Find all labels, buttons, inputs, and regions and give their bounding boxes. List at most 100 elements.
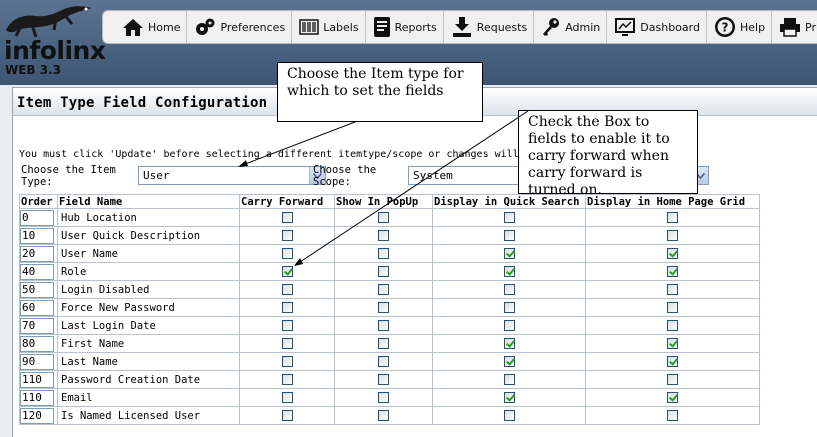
order-input[interactable] [20, 389, 54, 406]
page-title: Item Type Field Configuration [17, 95, 268, 111]
order-input[interactable] [20, 263, 54, 280]
barcode-icon [299, 19, 319, 35]
home-grid-checkbox[interactable] [667, 320, 678, 331]
home-grid-checkbox[interactable] [667, 338, 678, 349]
show-in-popup-checkbox[interactable] [378, 356, 389, 367]
carry-forward-cell [239, 370, 335, 389]
carry-forward-checkbox[interactable] [281, 248, 293, 259]
home-grid-checkbox[interactable] [667, 410, 678, 421]
quick-search-checkbox[interactable] [503, 392, 515, 403]
nav-home[interactable]: Home [103, 11, 188, 43]
carry-forward-checkbox[interactable] [281, 212, 293, 223]
order-input[interactable] [20, 227, 54, 244]
order-input[interactable] [20, 407, 54, 424]
show-in-popup-cell [334, 262, 433, 281]
show-in-popup-checkbox[interactable] [378, 302, 389, 313]
show-in-popup-cell [334, 298, 433, 317]
quick-search-cell [432, 262, 586, 281]
carry-forward-cell [239, 316, 335, 335]
show-in-popup-checkbox[interactable] [378, 410, 389, 421]
nav-help-label: Help [739, 20, 766, 34]
show-in-popup-checkbox[interactable] [378, 392, 389, 403]
carry-forward-checkbox[interactable] [281, 320, 293, 331]
field-name-cell: Last Login Date [57, 316, 240, 335]
carry-forward-checkbox[interactable] [281, 410, 293, 421]
show-in-popup-cell [334, 388, 433, 407]
show-in-popup-checkbox[interactable] [378, 230, 389, 241]
home-grid-checkbox[interactable] [667, 302, 678, 313]
table-row: Role [19, 262, 760, 281]
show-in-popup-checkbox[interactable] [378, 320, 389, 331]
show-in-popup-checkbox[interactable] [378, 338, 389, 349]
nav-reports[interactable]: Reports [366, 11, 444, 43]
quick-search-checkbox[interactable] [503, 356, 515, 367]
home-grid-checkbox[interactable] [667, 248, 678, 259]
nav-preferences[interactable]: Preferences [187, 11, 293, 43]
show-in-popup-cell [334, 208, 433, 227]
nav-dashboard[interactable]: Dashboard [607, 11, 707, 43]
home-grid-checkbox[interactable] [667, 212, 678, 223]
carry-forward-checkbox[interactable] [281, 284, 293, 295]
quick-search-checkbox[interactable] [503, 320, 515, 331]
nav-admin[interactable]: Admin [534, 11, 608, 43]
quick-search-checkbox[interactable] [503, 212, 515, 223]
show-in-popup-checkbox[interactable] [378, 248, 389, 259]
callout-carry-forward-text: Check the Box to fields to enable it to … [528, 114, 670, 198]
order-input[interactable] [20, 353, 54, 370]
nav-help[interactable]: ? Help [707, 11, 773, 43]
table-row: User Name [19, 244, 760, 263]
field-name-cell: Password Creation Date [57, 370, 240, 389]
nav-print[interactable]: Print [772, 11, 817, 43]
carry-forward-checkbox[interactable] [281, 266, 293, 277]
quick-search-checkbox[interactable] [503, 266, 515, 277]
order-input[interactable] [20, 281, 54, 298]
show-in-popup-checkbox[interactable] [378, 266, 389, 277]
home-grid-checkbox[interactable] [667, 392, 678, 403]
show-in-popup-checkbox[interactable] [378, 212, 389, 223]
carry-forward-cell [239, 406, 335, 425]
order-input[interactable] [20, 209, 54, 226]
carry-forward-cell [239, 244, 335, 263]
carry-forward-checkbox[interactable] [281, 302, 293, 313]
quick-search-checkbox[interactable] [503, 302, 515, 313]
carry-forward-checkbox[interactable] [281, 230, 293, 241]
nav-requests[interactable]: Requests [444, 11, 535, 43]
order-cell [19, 208, 58, 227]
carry-forward-checkbox[interactable] [281, 374, 293, 385]
nav-labels[interactable]: Labels [292, 11, 366, 43]
quick-search-checkbox[interactable] [503, 248, 515, 259]
show-in-popup-cell [334, 280, 433, 299]
quick-search-checkbox[interactable] [503, 284, 515, 295]
scope-label: Choose the Scope: [313, 164, 377, 188]
col-show-in-popup: Show In PopUp [334, 194, 433, 209]
home-grid-checkbox[interactable] [667, 356, 678, 367]
carry-forward-checkbox[interactable] [281, 392, 293, 403]
order-input[interactable] [20, 335, 54, 352]
item-type-label: Choose the Item Type: [21, 164, 116, 188]
home-grid-checkbox[interactable] [667, 374, 678, 385]
quick-search-checkbox[interactable] [503, 410, 515, 421]
field-name-cell: Login Disabled [57, 280, 240, 299]
table-row: Hub Location [19, 208, 760, 227]
show-in-popup-checkbox[interactable] [378, 374, 389, 385]
order-input[interactable] [20, 245, 54, 262]
home-grid-checkbox[interactable] [667, 230, 678, 241]
home-grid-checkbox[interactable] [667, 266, 678, 277]
home-grid-cell [585, 370, 760, 389]
quick-search-checkbox[interactable] [503, 338, 515, 349]
show-in-popup-checkbox[interactable] [378, 284, 389, 295]
order-input[interactable] [20, 317, 54, 334]
quick-search-checkbox[interactable] [503, 374, 515, 385]
order-cell [19, 334, 58, 353]
quick-search-checkbox[interactable] [503, 230, 515, 241]
home-grid-checkbox[interactable] [667, 284, 678, 295]
carry-forward-checkbox[interactable] [281, 338, 293, 349]
table-row: First Name [19, 334, 760, 353]
item-type-select[interactable]: User [138, 166, 326, 185]
order-input[interactable] [20, 299, 54, 316]
carry-forward-checkbox[interactable] [281, 356, 293, 367]
callout-item-type: Choose the Item type for which to set th… [277, 62, 483, 122]
field-name-cell: First Name [57, 334, 240, 353]
order-input[interactable] [20, 371, 54, 388]
table-header-row: Order Field Name Carry Forward Show In P… [19, 194, 760, 209]
